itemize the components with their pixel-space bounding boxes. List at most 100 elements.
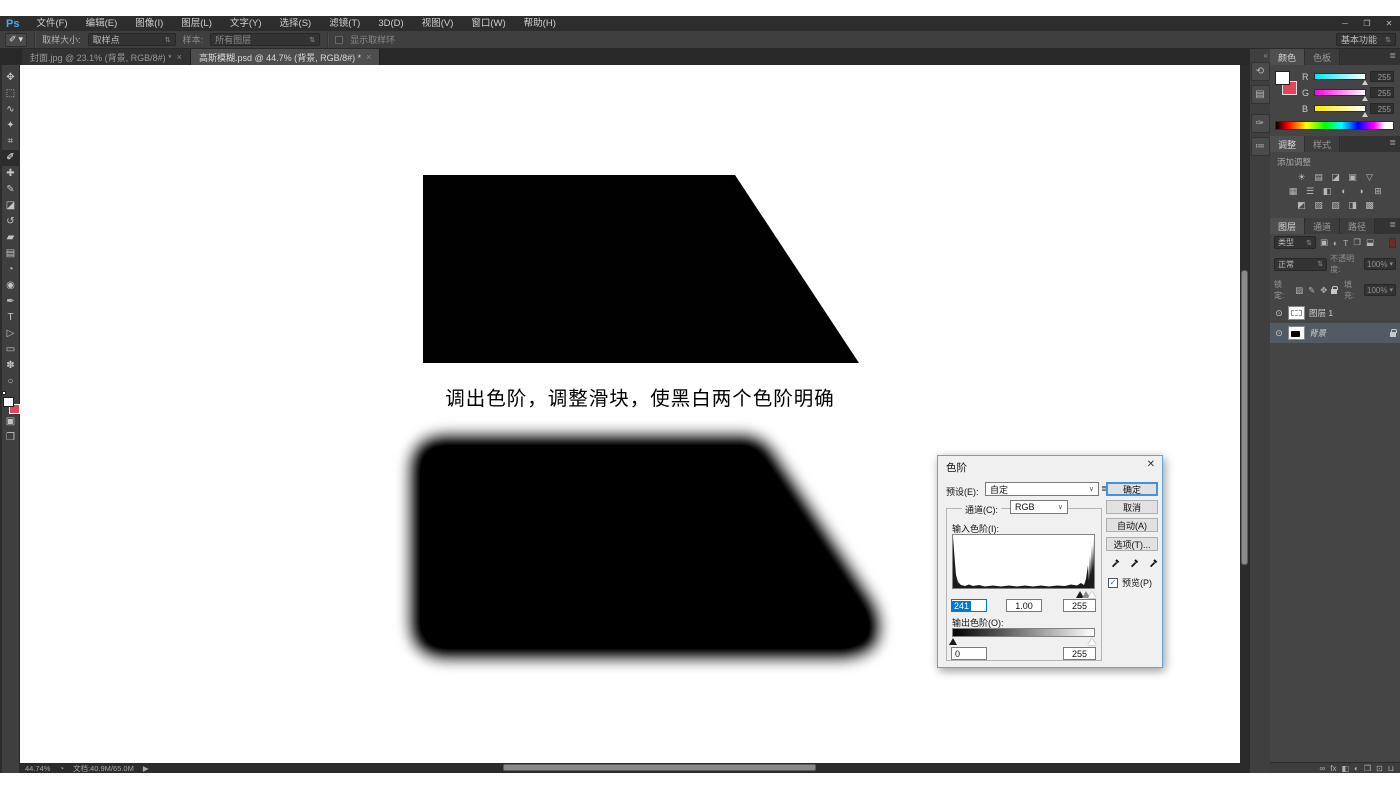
menu-3d[interactable]: 3D(D) — [369, 16, 412, 31]
gray-point-eyedropper-icon[interactable] — [1127, 556, 1140, 569]
panel-menu-icon[interactable]: ≣ — [1389, 218, 1400, 234]
red-slider[interactable] — [1314, 73, 1368, 85]
marquee-tool[interactable]: ⬚ — [2, 86, 20, 102]
selective-color-icon[interactable]: ◨ — [1345, 199, 1360, 211]
opacity-input[interactable]: 100% ▾ — [1364, 258, 1396, 270]
options-button[interactable]: 选项(T)... — [1106, 537, 1158, 551]
gradient-map-icon[interactable]: ▩ — [1362, 199, 1377, 211]
color-balance-icon[interactable]: ☰ — [1303, 185, 1318, 197]
properties-panel-icon[interactable]: ▤ — [1250, 85, 1270, 104]
hand-tool[interactable]: ✽ — [2, 358, 20, 374]
auto-button[interactable]: 自动(A) — [1106, 518, 1158, 532]
zoom-level[interactable]: 44.74% — [25, 764, 50, 773]
input-gamma-field[interactable]: 1.00 — [1006, 599, 1042, 612]
close-icon[interactable]: × — [177, 52, 182, 62]
layer-filter-select[interactable]: 类型 ⇅ — [1274, 236, 1316, 249]
output-highlight-field[interactable]: 255 — [1063, 647, 1096, 660]
black-white-icon[interactable]: ◧ — [1320, 185, 1335, 197]
adjust-sliders-panel-icon[interactable]: ≔ — [1250, 137, 1270, 156]
layer-filter-toggle[interactable] — [1389, 237, 1396, 248]
gradient-tool[interactable]: ▤ — [2, 246, 20, 262]
visibility-eye-icon[interactable]: ⊙ — [1274, 328, 1284, 339]
channel-select[interactable]: RGB ∨ — [1010, 500, 1068, 514]
blue-value[interactable]: 255 — [1370, 103, 1394, 114]
layer-mask-icon[interactable]: ◧ — [1341, 764, 1349, 773]
info-panel-icon[interactable]: ✑ — [1250, 114, 1270, 133]
close-icon[interactable]: × — [366, 52, 371, 62]
levels-icon[interactable]: ▤ — [1311, 171, 1326, 183]
filter-shape-icon[interactable]: ❒ — [1352, 237, 1362, 248]
path-selection-tool[interactable]: ▷ — [2, 326, 20, 342]
cancel-button[interactable]: 取消 — [1106, 500, 1158, 514]
shape-tool[interactable]: ▭ — [2, 342, 20, 358]
photo-filter-icon[interactable]: ◐ — [1337, 185, 1352, 197]
screen-mode-button[interactable]: ❐ — [2, 430, 20, 446]
menu-view[interactable]: 视图(V) — [413, 16, 463, 31]
current-tool-button[interactable]: ✐ ▾ — [5, 32, 28, 47]
input-highlight-field[interactable]: 255 — [1063, 599, 1096, 612]
foreground-color-swatch[interactable] — [1275, 71, 1290, 85]
filter-pixel-icon[interactable]: ▣ — [1319, 237, 1329, 248]
red-value[interactable]: 255 — [1370, 71, 1394, 82]
preview-checkbox[interactable]: ✓ — [1108, 577, 1118, 588]
tab-styles[interactable]: 样式 — [1305, 136, 1341, 152]
eraser-tool[interactable]: ▰ — [2, 230, 20, 246]
layer-name[interactable]: 背景 — [1309, 327, 1326, 339]
black-point-eyedropper-icon[interactable] — [1108, 556, 1121, 569]
zoom-tool[interactable]: ○ — [2, 374, 20, 390]
new-layer-icon[interactable]: ⊡ — [1376, 764, 1383, 773]
workspace-select[interactable]: 基本功能 ⇅ — [1336, 33, 1396, 46]
hue-saturation-icon[interactable]: ▦ — [1286, 185, 1301, 197]
color-lookup-icon[interactable]: ⊞ — [1371, 185, 1386, 197]
exposure-icon[interactable]: ▣ — [1345, 171, 1360, 183]
tab-layers[interactable]: 图层 — [1270, 218, 1306, 234]
vertical-scrollbar-track[interactable] — [1240, 65, 1249, 773]
posterize-icon[interactable]: ▧ — [1311, 199, 1326, 211]
color-spectrum-ramp[interactable] — [1275, 121, 1394, 130]
close-icon[interactable]: ✕ — [1147, 459, 1155, 470]
vertical-scrollbar[interactable] — [1241, 270, 1248, 565]
lock-all-icon[interactable] — [1331, 286, 1338, 294]
new-adjustment-icon[interactable]: ◐ — [1354, 764, 1359, 773]
layer-style-icon[interactable]: fx — [1330, 764, 1336, 773]
visibility-eye-icon[interactable]: ⊙ — [1274, 308, 1284, 319]
layer-row-background[interactable]: ⊙ 背景 — [1270, 323, 1400, 343]
new-group-icon[interactable]: ❒ — [1364, 764, 1371, 773]
white-point-eyedropper-icon[interactable] — [1146, 556, 1159, 569]
highlight-input-slider[interactable] — [1088, 591, 1096, 598]
sample-size-select[interactable]: 取样点 ⇅ — [87, 33, 176, 46]
green-slider[interactable] — [1314, 89, 1368, 101]
tab-document-1[interactable]: 封面.jpg @ 23.1% (背景, RGB/8#) * × — [22, 49, 191, 65]
link-layers-icon[interactable]: ∞ — [1320, 764, 1326, 773]
ok-button[interactable]: 确定 — [1106, 482, 1158, 496]
menu-filter[interactable]: 滤镜(T) — [320, 16, 369, 31]
input-shadow-field[interactable]: 241 — [951, 599, 987, 612]
tab-document-2[interactable]: 高斯模糊.psd @ 44.7% (背景, RGB/8#) * × — [190, 49, 381, 65]
menu-type[interactable]: 文字(Y) — [221, 16, 271, 31]
minimize-button[interactable]: ─ — [1334, 16, 1356, 31]
sample-select[interactable]: 所有图层 ⇅ — [210, 33, 321, 46]
eyedropper-tool[interactable]: ✐ — [1, 150, 20, 166]
color-panel-swatches[interactable] — [1275, 71, 1297, 105]
filter-smartobject-icon[interactable]: ⬓ — [1365, 237, 1375, 248]
invert-icon[interactable]: ◩ — [1294, 199, 1309, 211]
type-tool[interactable]: T — [2, 310, 20, 326]
output-shadow-slider[interactable] — [949, 638, 957, 645]
panel-menu-icon[interactable]: ≣ — [1389, 136, 1400, 152]
quick-mask-button[interactable]: ▣ — [2, 414, 20, 430]
panel-menu-icon[interactable]: ≣ — [1389, 49, 1400, 65]
pen-tool[interactable]: ✒ — [2, 294, 20, 310]
brightness-contrast-icon[interactable]: ☀ — [1294, 171, 1309, 183]
collapse-panels-icon[interactable]: « — [1264, 51, 1268, 60]
vibrance-icon[interactable]: ▽ — [1362, 171, 1377, 183]
default-colors-icon[interactable] — [1, 391, 6, 395]
status-flyout-icon[interactable]: ▶ — [143, 764, 149, 773]
output-highlight-slider[interactable] — [1088, 638, 1096, 645]
blend-mode-select[interactable]: 正常 ⇅ — [1274, 257, 1328, 271]
lasso-tool[interactable]: ∿ — [2, 102, 20, 118]
crop-tool[interactable]: ⌗ — [2, 134, 20, 150]
menu-help[interactable]: 帮助(H) — [515, 16, 565, 31]
menu-edit[interactable]: 编辑(E) — [77, 16, 127, 31]
blue-slider[interactable] — [1314, 105, 1368, 117]
tab-adjustments[interactable]: 调整 — [1270, 136, 1306, 152]
